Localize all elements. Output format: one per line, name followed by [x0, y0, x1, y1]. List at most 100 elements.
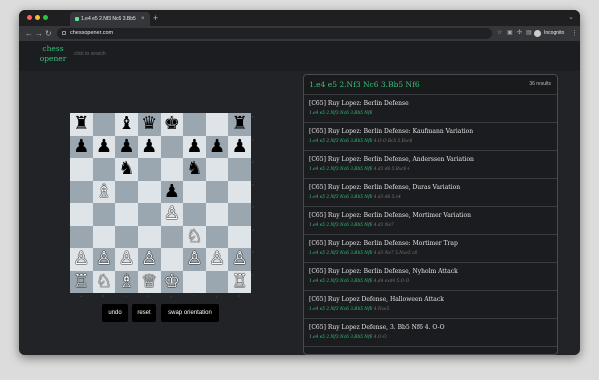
- square-f4[interactable]: [183, 203, 206, 226]
- square-g5[interactable]: [205, 180, 229, 203]
- white-piece-icon[interactable]: ♙: [232, 250, 248, 268]
- square-f2[interactable]: ♙: [183, 248, 206, 271]
- square-g2[interactable]: ♙: [205, 248, 229, 271]
- square-b6[interactable]: [92, 158, 116, 181]
- black-piece-icon[interactable]: ♜: [232, 115, 248, 133]
- chess-board[interactable]: ♜ ♝ ♛ ♚ ♜ ♟ ♟ ♟ ♟ ♟ ♟ ♟ ♞ ♞ ♗ ♟ ♙ ♘ ♙ ♙ ♙ ♙ ♙ ♙ ♙ ♖ ♘ ♗ ♕ ♔ ♖: [70, 113, 251, 293]
- square-h2[interactable]: ♙: [228, 248, 251, 271]
- square-f8[interactable]: [183, 113, 206, 136]
- square-g7[interactable]: ♟: [205, 135, 229, 158]
- black-piece-icon[interactable]: ♟: [141, 137, 157, 156]
- white-piece-icon[interactable]: ♙: [164, 205, 180, 223]
- star-icon[interactable]: ☆: [497, 26, 502, 41]
- square-b5[interactable]: ♗: [92, 180, 116, 203]
- forward-icon[interactable]: →: [35, 26, 43, 41]
- black-piece-icon[interactable]: ♟: [209, 137, 225, 156]
- square-d4[interactable]: [137, 203, 161, 226]
- square-a3[interactable]: [70, 225, 93, 248]
- white-piece-icon[interactable]: ♘: [186, 227, 202, 246]
- result-item[interactable]: [C65] Ruy Lopez: Berlin Defense: Mortime…: [304, 235, 557, 263]
- white-piece-icon[interactable]: ♙: [118, 250, 134, 268]
- result-item[interactable]: [C65] Ruy Lopez Defense, 3. Bb5 Nf6 4. O…: [304, 319, 557, 347]
- result-item[interactable]: [C65] Ruy Lopez: Berlin Defense 1.e4 e5 2…: [304, 95, 557, 123]
- black-piece-icon[interactable]: ♞: [118, 160, 134, 178]
- browser-menu-icon[interactable]: ⋮: [571, 26, 578, 41]
- result-item[interactable]: [C65] Ruy Lopez: Berlin Defense, Anderss…: [304, 151, 557, 179]
- square-g4[interactable]: [205, 203, 229, 226]
- square-d7[interactable]: ♟: [137, 135, 161, 158]
- extension-icon[interactable]: ▣: [507, 26, 513, 41]
- square-g8[interactable]: [205, 113, 229, 136]
- square-f7[interactable]: ♟: [183, 135, 206, 158]
- square-a6[interactable]: [70, 158, 93, 181]
- tab-close-icon[interactable]: ×: [141, 12, 145, 26]
- black-piece-icon[interactable]: ♟: [186, 137, 202, 156]
- square-e6[interactable]: [160, 158, 184, 181]
- search-input[interactable]: click to search: [74, 51, 106, 57]
- black-piece-icon[interactable]: ♟: [232, 137, 248, 156]
- window-minimize-button[interactable]: [35, 15, 40, 20]
- square-a1[interactable]: ♖: [70, 270, 93, 293]
- square-h8[interactable]: ♜: [228, 113, 251, 136]
- square-c2[interactable]: ♙: [115, 248, 138, 271]
- window-maximize-button[interactable]: [43, 15, 48, 20]
- square-c7[interactable]: ♟: [115, 135, 138, 158]
- site-logo[interactable]: chess opener: [33, 44, 73, 64]
- swap-orientation-button[interactable]: swap orientation: [161, 304, 219, 322]
- white-piece-icon[interactable]: ♖: [232, 272, 248, 291]
- square-f3[interactable]: ♘: [183, 225, 206, 248]
- square-d8[interactable]: ♛: [137, 113, 161, 136]
- undo-button[interactable]: undo: [102, 304, 128, 322]
- black-piece-icon[interactable]: ♚: [164, 115, 180, 133]
- white-piece-icon[interactable]: ♙: [96, 250, 112, 268]
- square-g1[interactable]: [205, 270, 229, 293]
- square-h4[interactable]: [228, 203, 251, 226]
- window-close-button[interactable]: [27, 15, 32, 20]
- incognito-label[interactable]: Incognito: [544, 26, 564, 41]
- puzzle-icon[interactable]: ✣: [517, 26, 522, 41]
- white-piece-icon[interactable]: ♖: [73, 272, 89, 291]
- square-h3[interactable]: [228, 225, 251, 248]
- square-c4[interactable]: [115, 203, 138, 226]
- square-b1[interactable]: ♘: [92, 270, 116, 293]
- square-a2[interactable]: ♙: [70, 248, 93, 271]
- square-e3[interactable]: [160, 225, 184, 248]
- black-piece-icon[interactable]: ♞: [186, 160, 202, 178]
- square-a5[interactable]: [70, 180, 93, 203]
- square-d2[interactable]: ♙: [137, 248, 161, 271]
- white-piece-icon[interactable]: ♙: [209, 250, 225, 268]
- square-h7[interactable]: ♟: [228, 135, 251, 158]
- square-h5[interactable]: [228, 180, 251, 203]
- tab-search-icon[interactable]: ⌄: [568, 12, 574, 24]
- square-e4[interactable]: ♙: [160, 203, 184, 226]
- black-piece-icon[interactable]: ♜: [73, 115, 89, 133]
- browser-tab[interactable]: 1.e4 e5 2.Nf3 Nc6 3.Bb5 Nf6 ×: [70, 12, 150, 26]
- reload-icon[interactable]: ↻: [45, 26, 52, 41]
- back-icon[interactable]: ←: [25, 26, 33, 41]
- reset-button[interactable]: reset: [132, 304, 156, 322]
- black-piece-icon[interactable]: ♟: [164, 182, 180, 201]
- black-piece-icon[interactable]: ♟: [96, 137, 112, 156]
- result-item[interactable]: [C65] Ruy Lopez: Berlin Defense: Kaufman…: [304, 123, 557, 151]
- square-e5[interactable]: ♟: [160, 180, 184, 203]
- square-c5[interactable]: [115, 180, 138, 203]
- square-c6[interactable]: ♞: [115, 158, 138, 181]
- white-piece-icon[interactable]: ♗: [118, 272, 134, 291]
- square-f1[interactable]: [183, 270, 206, 293]
- square-h6[interactable]: [228, 158, 251, 181]
- square-a8[interactable]: ♜: [70, 113, 93, 136]
- square-b3[interactable]: [92, 225, 116, 248]
- square-f6[interactable]: ♞: [183, 158, 206, 181]
- black-piece-icon[interactable]: ♟: [73, 137, 89, 156]
- square-g6[interactable]: [205, 158, 229, 181]
- white-piece-icon[interactable]: ♙: [73, 250, 89, 268]
- result-item[interactable]: [C65] Ruy Lopez: Berlin Defense, Mortime…: [304, 207, 557, 235]
- white-piece-icon[interactable]: ♕: [141, 272, 157, 291]
- white-piece-icon[interactable]: ♙: [141, 250, 157, 268]
- square-d6[interactable]: [137, 158, 161, 181]
- square-e7[interactable]: [160, 135, 184, 158]
- square-d1[interactable]: ♕: [137, 270, 161, 293]
- square-e1[interactable]: ♔: [160, 270, 184, 293]
- url-text[interactable]: chessopener.com: [70, 28, 113, 39]
- square-e8[interactable]: ♚: [160, 113, 184, 136]
